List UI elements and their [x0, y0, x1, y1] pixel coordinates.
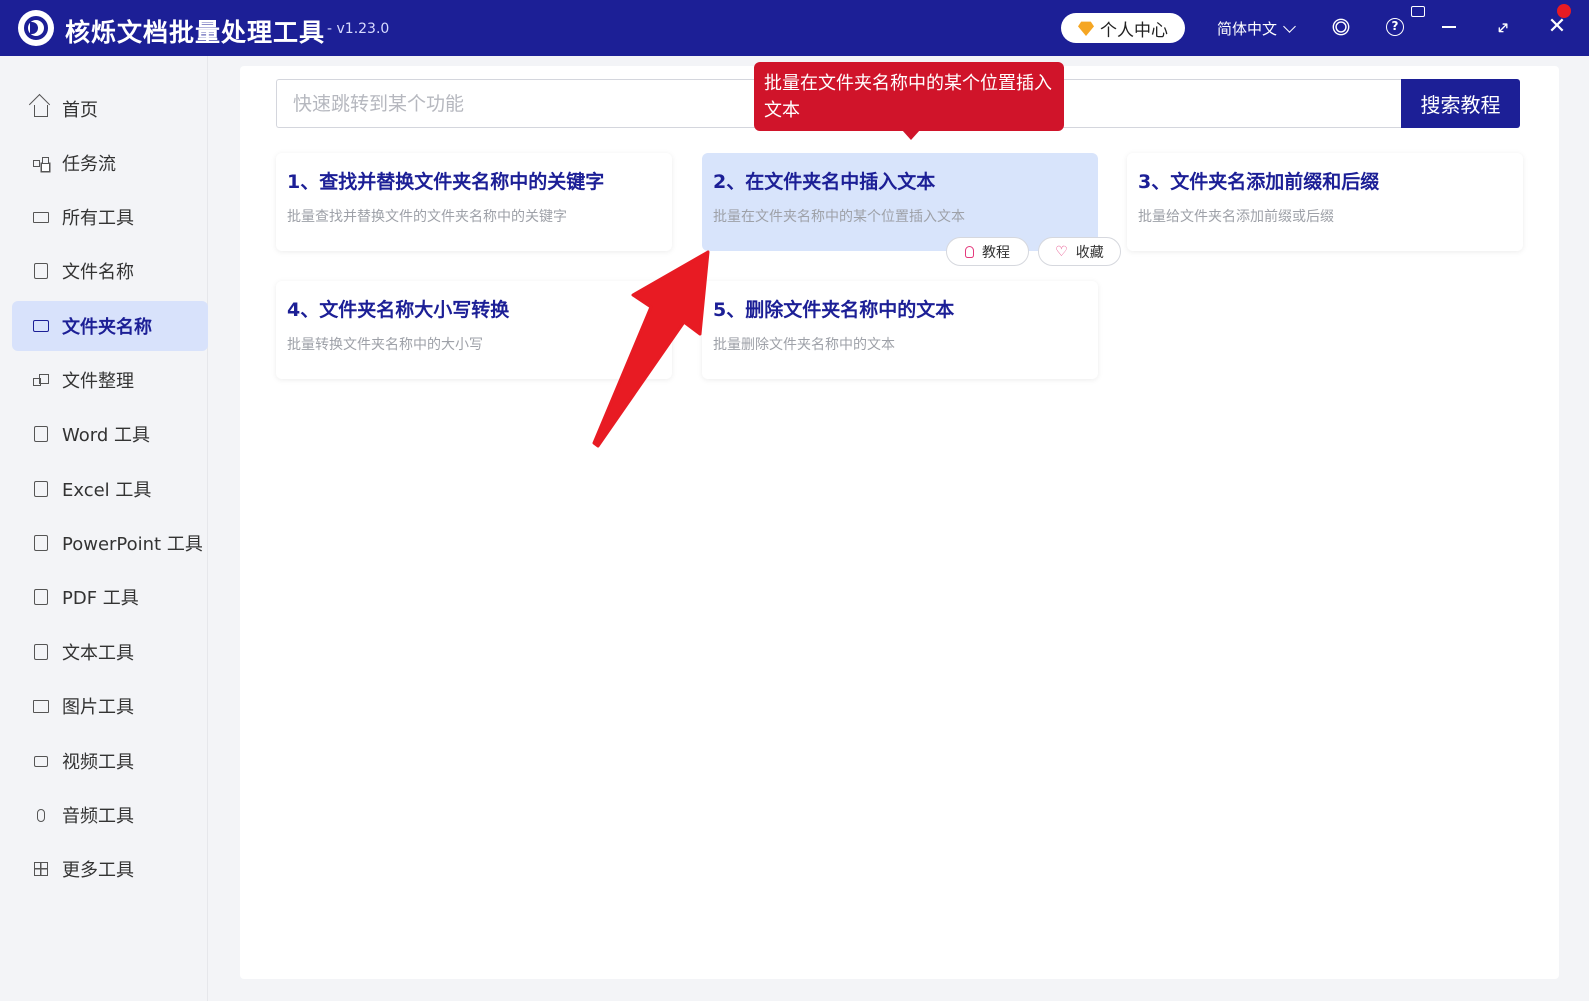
- audio-icon: [32, 806, 50, 824]
- word-icon: [32, 425, 50, 443]
- sidebar-item-label: 更多工具: [62, 860, 134, 881]
- monitor-icon: [32, 208, 50, 226]
- flow-icon: [32, 154, 50, 172]
- sidebar-item-powerpoint[interactable]: PowerPoint 工具: [12, 518, 208, 568]
- favorite-button[interactable]: ♡ 收藏: [1038, 237, 1121, 266]
- lightbulb-icon: [965, 245, 974, 258]
- help-icon[interactable]: ?: [1384, 16, 1406, 38]
- minimize-icon[interactable]: [1438, 16, 1460, 38]
- sidebar-item-pdf[interactable]: PDF 工具: [12, 572, 208, 622]
- sidebar-item-word[interactable]: Word 工具: [12, 409, 208, 459]
- main-panel: 快速跳转到某个功能 搜索教程 1、查找并替换文件夹名称中的关键字 批量查找并替换…: [240, 66, 1559, 979]
- sidebar-item-label: 视频工具: [62, 752, 134, 773]
- sidebar: 首页 任务流 所有工具 文件名称 文件夹名称 文件整理 Word 工具 Exce…: [0, 56, 208, 1001]
- sidebar-item-label: 文件整理: [62, 371, 134, 392]
- function-card[interactable]: 2、在文件夹名中插入文本 批量在文件夹名称中的某个位置插入文本: [702, 153, 1098, 251]
- sidebar-item-label: 任务流: [62, 154, 116, 175]
- image-icon: [32, 697, 50, 715]
- sidebar-item-label: Excel 工具: [62, 480, 152, 501]
- notification-badge: [1557, 4, 1571, 18]
- language-label: 简体中文: [1217, 20, 1278, 38]
- sidebar-item-label: 文件夹名称: [62, 317, 152, 338]
- home-icon: [32, 100, 50, 118]
- sidebar-item-label: 音频工具: [62, 806, 134, 827]
- user-center-label: 个人中心: [1100, 20, 1168, 41]
- title-bar: 核烁文档批量处理工具 - v1.23.0 个人中心 简体中文 ? ↔ ✕: [0, 0, 1589, 56]
- favorite-label: 收藏: [1075, 244, 1104, 261]
- heart-icon: ♡: [1055, 243, 1068, 260]
- chevron-down-icon: [1283, 19, 1296, 33]
- settings-gear-icon[interactable]: [1330, 16, 1352, 38]
- sidebar-item-image[interactable]: 图片工具: [12, 681, 208, 731]
- video-icon: [32, 752, 50, 770]
- powerpoint-icon: [32, 534, 50, 552]
- sidebar-item-label: 首页: [62, 100, 98, 121]
- card-title: 1、查找并替换文件夹名称中的关键字: [287, 171, 605, 193]
- sidebar-item-label: 图片工具: [62, 697, 134, 718]
- function-card[interactable]: 1、查找并替换文件夹名称中的关键字 批量查找并替换文件的文件夹名称中的关键字: [276, 153, 672, 251]
- card-description: 批量查找并替换文件的文件夹名称中的关键字: [287, 209, 567, 225]
- file-icon: [32, 262, 50, 280]
- text-icon: [32, 643, 50, 661]
- function-card[interactable]: 5、删除文件夹名称中的文本 批量删除文件夹名称中的文本: [702, 281, 1098, 379]
- sidebar-item-home[interactable]: 首页: [12, 84, 208, 134]
- sidebar-item-text[interactable]: 文本工具: [12, 627, 208, 677]
- language-select[interactable]: 简体中文: [1217, 18, 1296, 39]
- function-card[interactable]: 3、文件夹名添加前缀和后缀 批量给文件夹名添加前缀或后缀: [1127, 153, 1523, 251]
- sidebar-item-file-organize[interactable]: 文件整理: [12, 355, 208, 405]
- sidebar-item-all-tools[interactable]: 所有工具: [12, 192, 208, 242]
- sidebar-item-workflow[interactable]: 任务流: [12, 138, 208, 188]
- sidebar-item-label: Word 工具: [62, 425, 150, 446]
- card-title: 3、文件夹名添加前缀和后缀: [1138, 171, 1380, 193]
- sidebar-item-more[interactable]: 更多工具: [12, 844, 208, 894]
- sidebar-item-label: 所有工具: [62, 208, 134, 229]
- more-icon: [32, 860, 50, 878]
- sidebar-item-label: PDF 工具: [62, 588, 139, 609]
- annotation-arrow-icon: [592, 250, 710, 448]
- sidebar-item-file-name[interactable]: 文件名称: [12, 246, 208, 296]
- sidebar-item-label: 文本工具: [62, 643, 134, 664]
- tutorial-button[interactable]: 教程: [946, 237, 1029, 266]
- folder-icon: [32, 317, 50, 335]
- tutorial-label: 教程: [982, 244, 1010, 261]
- diamond-icon: [1078, 21, 1094, 36]
- card-description: 批量给文件夹名添加前缀或后缀: [1138, 209, 1334, 225]
- excel-icon: [32, 480, 50, 498]
- app-version: - v1.23.0: [327, 21, 390, 37]
- pdf-icon: [32, 588, 50, 606]
- sidebar-item-folder-name[interactable]: 文件夹名称: [12, 301, 208, 351]
- sidebar-item-label: 文件名称: [62, 262, 134, 283]
- tooltip: 批量在文件夹名称中的某个位置插入文本: [754, 62, 1064, 140]
- organize-icon: [32, 371, 50, 389]
- app-title: 核烁文档批量处理工具: [65, 18, 326, 47]
- card-description: 批量删除文件夹名称中的文本: [713, 337, 895, 353]
- card-description: 批量在文件夹名称中的某个位置插入文本: [713, 209, 965, 225]
- app-logo-icon: [18, 10, 54, 46]
- sidebar-item-excel[interactable]: Excel 工具: [12, 464, 208, 514]
- sidebar-item-audio[interactable]: 音频工具: [12, 790, 208, 840]
- sidebar-item-video[interactable]: 视频工具: [12, 736, 208, 786]
- maximize-icon[interactable]: ↔: [1492, 16, 1515, 39]
- card-title: 5、删除文件夹名称中的文本: [713, 299, 955, 321]
- user-center-button[interactable]: 个人中心: [1061, 13, 1185, 43]
- close-icon[interactable]: ✕: [1546, 16, 1568, 38]
- sidebar-item-label: PowerPoint 工具: [62, 534, 203, 555]
- search-tutorial-button[interactable]: 搜索教程: [1401, 79, 1520, 128]
- mini-window-icon[interactable]: [1411, 6, 1425, 17]
- card-title: 2、在文件夹名中插入文本: [713, 171, 936, 193]
